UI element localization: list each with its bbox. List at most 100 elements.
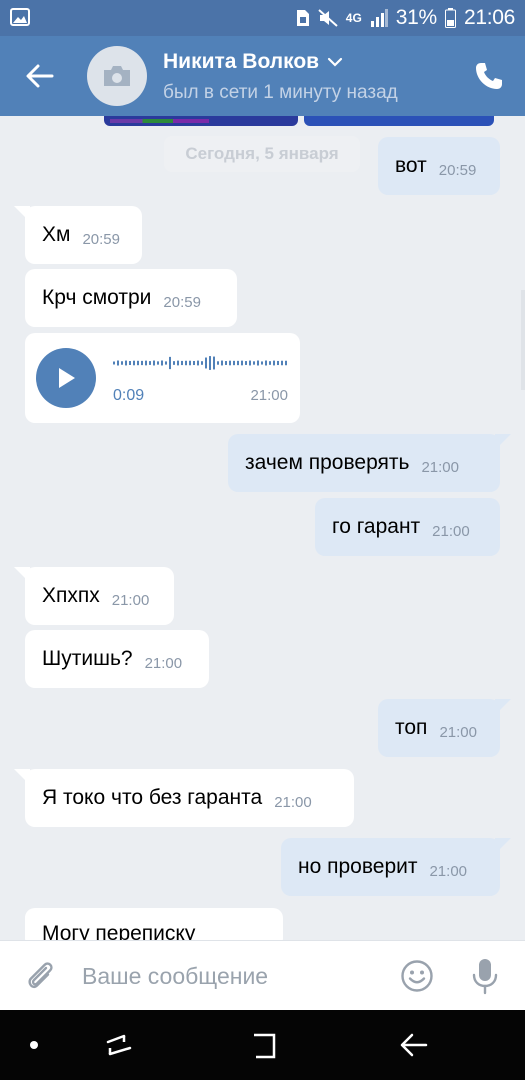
message-text: топ (395, 716, 428, 739)
message-incoming[interactable]: Я токо что без гаранта 21:00 (14, 769, 354, 827)
waveform-bar (129, 361, 131, 365)
clock: 21:06 (463, 6, 515, 29)
waveform-bar (213, 356, 215, 370)
message-time: 21:00 (111, 591, 150, 609)
message-outgoing[interactable]: зачем проверять 21:00 (228, 434, 511, 492)
previous-image-attachment[interactable] (104, 116, 498, 128)
emoji-icon[interactable] (400, 959, 434, 993)
voice-message[interactable]: 0:09 21:00 (25, 333, 300, 423)
waveform-bar (273, 360, 275, 366)
message-input[interactable] (82, 961, 372, 991)
message-time: 21:00 (432, 522, 470, 540)
waveform-bar (145, 360, 147, 366)
message-time: 20:59 (438, 161, 477, 179)
scrollbar[interactable] (521, 290, 525, 390)
waveform-bar (177, 360, 179, 366)
waveform-bar (217, 361, 219, 365)
message-composer (0, 940, 525, 1010)
message-text: Хм (42, 223, 71, 246)
waveform-bar (261, 361, 263, 365)
message-incoming[interactable]: Крч смотри 20:59 (25, 269, 237, 327)
waveform-bar (209, 356, 211, 370)
avatar[interactable] (87, 46, 147, 106)
waveform-bar (161, 360, 163, 366)
waveform-bar (113, 361, 115, 365)
camera-icon (104, 66, 130, 86)
message-list[interactable]: Сегодня, 5 января вот 20:59 Хм 20:59 Крч… (0, 116, 525, 940)
message-outgoing[interactable]: вот 20:59 (378, 137, 500, 195)
waveform-bar (237, 360, 239, 366)
nav-hide-dot[interactable] (30, 1041, 38, 1049)
waveform-bar (265, 360, 267, 366)
message-time: 20:59 (163, 293, 201, 311)
status-bar: 4G 31% 21:06 (0, 0, 525, 36)
message-time: 20:59 (82, 230, 120, 248)
message-time: 21:00 (144, 654, 183, 672)
message-text: вот (395, 154, 427, 177)
waveform-bar (125, 360, 127, 366)
message-incoming[interactable]: Хпхпх 21:00 (14, 567, 174, 625)
message-text: но проверит (298, 855, 418, 878)
waveform-bar (197, 360, 199, 366)
message-text: Я токо что без гаранта (42, 786, 263, 809)
message-time: 21:00 (439, 723, 477, 741)
online-status: был в сети 1 минуту назад (163, 82, 398, 103)
waveform-bar (153, 360, 155, 366)
waveform-bar (137, 360, 139, 366)
recent-apps-icon[interactable] (104, 1032, 134, 1060)
waveform-bar (241, 360, 243, 366)
message-text: Могу переписку (42, 922, 196, 940)
paperclip-icon[interactable] (24, 959, 58, 993)
signal-icon (370, 9, 388, 27)
waveform-bar (281, 360, 283, 366)
nav-back-icon[interactable] (398, 1030, 428, 1060)
network-type: 4G (345, 11, 362, 25)
waveform-bar (233, 360, 235, 366)
waveform-bar (249, 360, 251, 366)
message-text: го гарант (332, 515, 421, 538)
back-arrow-icon[interactable] (22, 58, 58, 94)
message-time: 21:00 (429, 862, 468, 880)
chevron-down-icon (327, 57, 343, 67)
waveform-bar (173, 361, 175, 365)
sim-icon (296, 10, 309, 26)
waveform-bar (189, 360, 191, 366)
play-button[interactable] (36, 348, 96, 408)
message-incoming[interactable]: Могу переписку (25, 908, 283, 940)
message-text: Шутишь? (42, 647, 133, 670)
waveform-bar (221, 360, 223, 366)
waveform-bar (185, 360, 187, 366)
waveform-bar (205, 357, 207, 369)
message-time: 21:00 (421, 458, 459, 476)
waveform-bar (157, 361, 159, 365)
microphone-icon[interactable] (468, 957, 502, 995)
message-text: Хпхпх (42, 584, 100, 607)
contact-name-text: Никита Волков (163, 50, 320, 73)
battery-icon (444, 8, 456, 28)
waveform-bar (165, 361, 167, 365)
message-incoming[interactable]: Шутишь? 21:00 (25, 630, 209, 688)
home-icon[interactable] (252, 1031, 278, 1059)
phone-icon[interactable] (473, 60, 505, 92)
voice-duration: 0:09 (113, 387, 145, 404)
message-outgoing[interactable]: топ 21:00 (378, 699, 511, 757)
voice-waveform[interactable] (113, 353, 289, 373)
date-separator: Сегодня, 5 января (164, 136, 360, 172)
battery-percent: 31% (395, 6, 437, 29)
waveform-bar (121, 361, 123, 365)
message-incoming[interactable]: Хм 20:59 (14, 206, 142, 264)
message-text: зачем проверять (245, 451, 410, 474)
waveform-bar (141, 360, 143, 366)
message-outgoing[interactable]: го гарант 21:00 (315, 498, 500, 556)
chat-header: Никита Волков был в сети 1 минуту назад (0, 36, 525, 116)
contact-name[interactable]: Никита Волков (163, 50, 343, 74)
waveform-bar (133, 360, 135, 366)
waveform-bar (149, 361, 151, 365)
waveform-bar (225, 361, 227, 365)
message-time: 21:00 (250, 387, 288, 404)
message-outgoing[interactable]: но проверит 21:00 (281, 838, 511, 896)
waveform-bar (193, 360, 195, 366)
system-navigation-bar (0, 1010, 525, 1080)
waveform-bar (229, 360, 231, 366)
waveform-bar (257, 360, 259, 366)
